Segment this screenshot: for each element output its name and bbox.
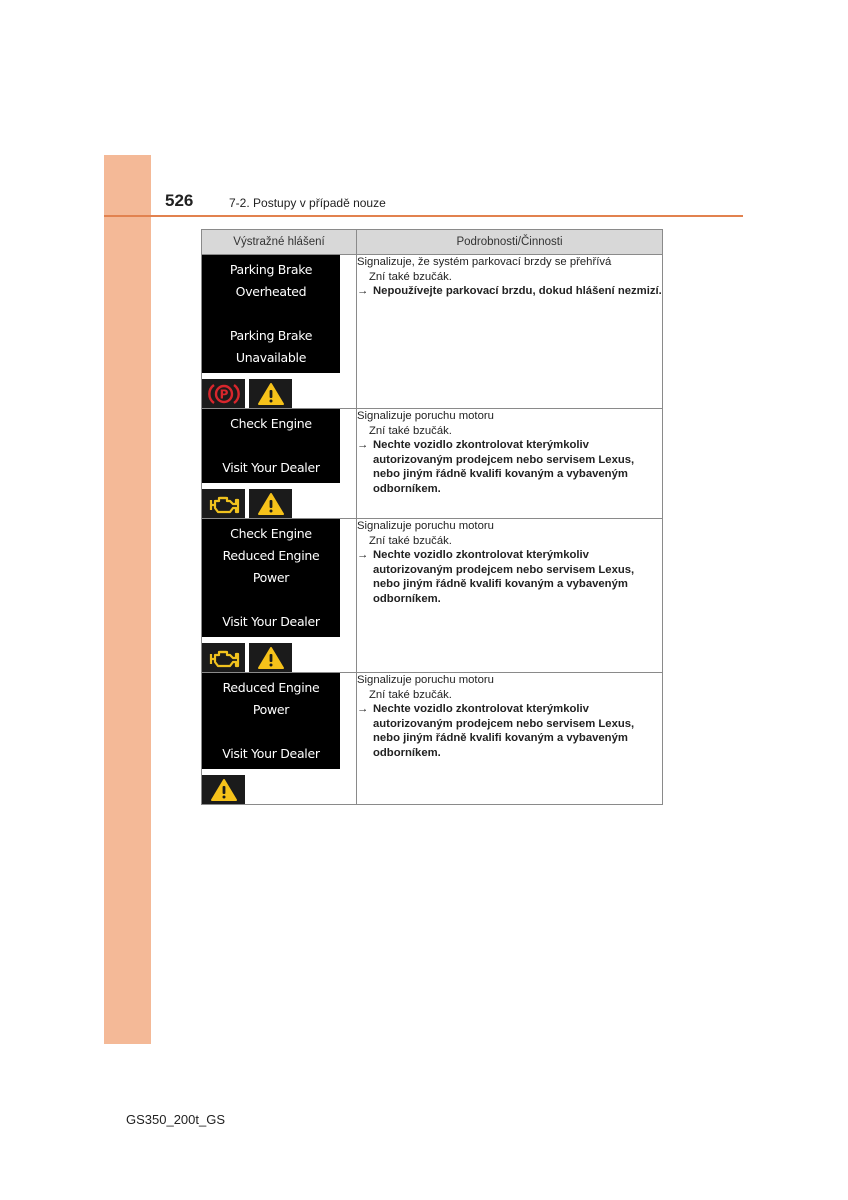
screen-line: Unavailable <box>235 350 307 365</box>
model-code: GS350_200t_GS <box>126 1112 226 1127</box>
buzzer-note: Zní také bzučák. <box>369 424 452 437</box>
screen-line: Power <box>252 570 290 585</box>
page-number: 526 <box>165 191 194 210</box>
table-header-row: Výstražné hlášení Podrobnosti/Činnosti <box>201 229 663 255</box>
display-message-screen: Parking Brake Overheated Parking Brake Unav… <box>202 255 340 373</box>
display-message-screen: Check Engine Reduced Engine Power Visit You… <box>202 519 340 637</box>
screen-line: Reduced Engine <box>222 680 320 695</box>
action-item: → Nechte vozidlo zkontrolovat kterýmkoliv… <box>357 548 662 606</box>
screen-line: Parking Brake <box>229 328 313 343</box>
screen-blank-line <box>202 721 340 743</box>
column-header-warning: Výstražné hlášení <box>201 229 357 255</box>
header-rule <box>104 215 743 217</box>
warning-visual-cell: Check Engine Reduced Engine Power Visit You… <box>201 518 357 673</box>
check-engine-icon <box>202 643 245 672</box>
screen-line: Parking Brake <box>229 262 313 277</box>
table-row: Parking Brake Overheated Parking Brake Unav… <box>201 254 663 409</box>
buzzer-note: Zní také bzučák. <box>369 534 452 547</box>
arrow-icon: → <box>357 285 369 297</box>
screen-line: Overheated <box>235 284 307 299</box>
indicator-icons <box>202 489 356 518</box>
screen-blank-line <box>202 435 340 457</box>
action-text: Nechte vozidlo zkontrolovat kterýmkoliv … <box>373 549 635 605</box>
warning-triangle-icon <box>202 775 245 804</box>
arrow-icon: → <box>357 703 369 715</box>
warning-visual-cell: Check Engine Visit Your Dealer <box>201 408 357 519</box>
warning-visual-cell: Parking Brake Overheated Parking Brake Unav… <box>201 254 357 409</box>
action-text: Nechte vozidlo zkontrolovat kterýmkoliv … <box>373 703 635 759</box>
screen-line: Visit Your Dealer <box>222 460 320 475</box>
warning-messages-table: Výstražné hlášení Podrobnosti/Činnosti P… <box>201 229 663 805</box>
screen-line: Check Engine <box>230 526 312 541</box>
indicator-icons <box>202 643 356 672</box>
arrow-icon: → <box>357 549 369 561</box>
screen-blank-line <box>202 303 340 325</box>
indicator-icons <box>202 775 356 804</box>
screen-line: Visit Your Dealer <box>222 614 320 629</box>
warning-triangle-icon <box>249 489 292 518</box>
action-text: Nepoužívejte parkovací brzdu, dokud hláš… <box>373 285 662 297</box>
description-text: Signalizuje poruchu motoru <box>357 410 494 422</box>
description-text: Signalizuje poruchu motoru <box>357 520 494 532</box>
warning-details-cell: Signalizuje poruchu motoru Zní také bzučá… <box>356 672 663 805</box>
warning-triangle-icon <box>249 643 292 672</box>
section-title: 7-2. Postupy v případě nouze <box>229 196 386 210</box>
table-row: Check Engine Reduced Engine Power Visit You… <box>201 518 663 673</box>
svg-text:P: P <box>219 387 228 401</box>
buzzer-note: Zní také bzučák. <box>369 270 452 283</box>
screen-line: Power <box>252 702 290 717</box>
table-row: Check Engine Visit Your Dealer Signalizuje… <box>201 408 663 519</box>
screen-blank-line <box>202 589 340 611</box>
screen-line: Check Engine <box>230 416 312 431</box>
screen-line: Visit Your Dealer <box>222 746 320 761</box>
warning-visual-cell: Reduced Engine Power Visit Your Dealer <box>201 672 357 805</box>
action-item: → Nepoužívejte parkovací brzdu, dokud hlá… <box>357 284 662 299</box>
display-message-screen: Check Engine Visit Your Dealer <box>202 409 340 483</box>
warning-details-cell: Signalizuje, že systém parkovací brzdy s… <box>356 254 663 409</box>
column-header-details: Podrobnosti/Činnosti <box>356 229 663 255</box>
warning-details-cell: Signalizuje poruchu motoru Zní také bzučá… <box>356 518 663 673</box>
warning-triangle-icon <box>249 379 292 408</box>
action-text: Nechte vozidlo zkontrolovat kterýmkoliv … <box>373 439 635 495</box>
indicator-icons: P <box>202 379 356 408</box>
action-item: → Nechte vozidlo zkontrolovat kterýmkoliv… <box>357 438 662 496</box>
screen-line: Reduced Engine <box>222 548 320 563</box>
description-text: Signalizuje, že systém parkovací brzdy s… <box>357 256 612 268</box>
buzzer-note: Zní také bzučák. <box>369 688 452 701</box>
display-message-screen: Reduced Engine Power Visit Your Dealer <box>202 673 340 769</box>
table-row: Reduced Engine Power Visit Your Dealer Sign… <box>201 672 663 805</box>
chapter-side-tab <box>104 155 151 1044</box>
arrow-icon: → <box>357 439 369 451</box>
description-text: Signalizuje poruchu motoru <box>357 674 494 686</box>
warning-details-cell: Signalizuje poruchu motoru Zní také bzučá… <box>356 408 663 519</box>
action-item: → Nechte vozidlo zkontrolovat kterýmkoliv… <box>357 702 662 760</box>
parking-brake-icon: P <box>202 379 245 408</box>
check-engine-icon <box>202 489 245 518</box>
